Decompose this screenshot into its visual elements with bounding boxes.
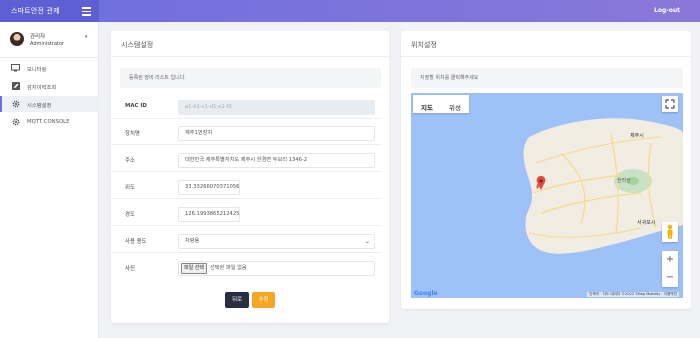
field-label: 위도 bbox=[125, 185, 135, 191]
chevron-down-icon: ⌄ bbox=[364, 238, 370, 245]
card-divider bbox=[401, 56, 691, 57]
tab-satellite[interactable]: 위성 bbox=[441, 99, 469, 117]
edit-button[interactable]: 수정 bbox=[252, 292, 275, 308]
sidebar-divider bbox=[0, 57, 99, 58]
brand-title: 스마트안전 관제 bbox=[11, 7, 60, 15]
top-navbar: 스마트안전 관제 Log-out bbox=[0, 0, 700, 22]
street-view-pegman-icon[interactable] bbox=[662, 222, 678, 242]
usage-select[interactable]: 차량용 ⌄ bbox=[178, 234, 375, 249]
tab-map[interactable]: 지도 bbox=[413, 99, 441, 117]
sidebar-item-label: MQTT CONSOLE bbox=[27, 119, 70, 125]
device-name-input[interactable]: 제주1번장치 bbox=[178, 126, 375, 141]
card-title: 위치설정 bbox=[411, 41, 437, 49]
field-label: MAC ID bbox=[125, 103, 147, 109]
user-role: Administrator bbox=[30, 41, 65, 47]
avatar bbox=[10, 32, 24, 46]
field-label: 사용 용도 bbox=[125, 239, 147, 245]
back-button[interactable]: 뒤로 bbox=[225, 292, 249, 308]
map-canvas bbox=[523, 118, 683, 254]
map-attribution: 단축키 · 지도 데이터 ©2022 TMap Mobility · 이용약관 bbox=[587, 292, 679, 297]
gear-icon bbox=[11, 118, 20, 126]
card-title: 시스템설정 bbox=[121, 41, 154, 49]
map-label-jeju-city: 제주시 bbox=[630, 133, 644, 139]
info-message: 지정할 위치를 클릭해주세요 bbox=[411, 68, 683, 88]
field-label: 장치명 bbox=[125, 131, 140, 137]
logout-link[interactable]: Log-out bbox=[654, 7, 680, 14]
brand-area: 스마트안전 관제 bbox=[0, 0, 99, 22]
sidebar: 관리자 Administrator ▾ 모니터링 감지이력조회 시스템설정 MQ… bbox=[0, 22, 99, 338]
latitude-input[interactable]: 33.332660703710560 bbox=[178, 180, 240, 195]
chevron-down-icon: ▾ bbox=[85, 34, 88, 40]
edit-icon bbox=[11, 82, 20, 90]
form-row-photo: 사진 파일 선택 선택된 파일 없음 bbox=[111, 256, 381, 280]
gear-icon bbox=[11, 100, 20, 108]
sidebar-item-label: 감지이력조회 bbox=[27, 85, 57, 91]
user-menu[interactable]: 관리자 Administrator ▾ bbox=[0, 26, 99, 54]
map-label-seogwipo: 서귀포시 bbox=[637, 220, 656, 226]
field-label: 사진 bbox=[125, 266, 135, 272]
form-row-usage: 사용 용도 차량용 ⌄ bbox=[111, 229, 381, 253]
form-row-latitude: 위도 33.332660703710560 bbox=[111, 175, 381, 199]
map-type-tabs: 지도 위성 bbox=[413, 95, 469, 113]
form-row-longitude: 경도 126.199386521242590 bbox=[111, 202, 381, 226]
address-input[interactable]: 대한민국 제주특별자치도 제주시 한경면 두모리 1346-2 bbox=[178, 153, 375, 168]
mac-id-field: a1-b1-c1-d1-e1-f2 bbox=[178, 100, 375, 115]
sidebar-item-system-settings[interactable]: 시스템설정 bbox=[0, 96, 99, 112]
field-label: 주소 bbox=[125, 158, 135, 164]
menu-toggle-icon[interactable] bbox=[82, 5, 91, 16]
zoom-out-button[interactable]: − bbox=[662, 269, 678, 287]
photo-file-input: 파일 선택 선택된 파일 없음 bbox=[178, 261, 375, 276]
form-row-mac-id: MAC ID a1-b1-c1-d1-e1-f2 bbox=[111, 95, 381, 119]
info-message: 등록된 장비 리스트 입니다. bbox=[120, 68, 381, 88]
user-name: 관리자 bbox=[30, 34, 46, 40]
form-row-address: 주소 대한민국 제주특별자치도 제주시 한경면 두모리 1346-2 bbox=[111, 148, 381, 172]
form-row-device-name: 장치명 제주1번장치 bbox=[111, 121, 381, 145]
monitor-icon bbox=[11, 64, 20, 72]
map-view[interactable]: 제주시 한라산 서귀포시 지도 위성 + − Google 단축키 · 지도 데이… bbox=[411, 93, 683, 298]
usage-select-value: 차량용 bbox=[185, 238, 200, 244]
card-divider bbox=[111, 56, 389, 57]
sidebar-item-monitoring[interactable]: 모니터링 bbox=[0, 60, 99, 76]
fullscreen-icon[interactable] bbox=[662, 96, 678, 112]
file-select-button[interactable]: 파일 선택 bbox=[181, 263, 207, 274]
sidebar-item-label: 시스템설정 bbox=[27, 103, 52, 109]
file-status: 선택된 파일 없음 bbox=[210, 265, 247, 271]
field-label: 경도 bbox=[125, 212, 135, 218]
map-label-hallasan: 한라산 bbox=[617, 178, 631, 184]
longitude-input[interactable]: 126.199386521242590 bbox=[178, 207, 240, 222]
zoom-controls: + − bbox=[662, 251, 678, 287]
sidebar-item-history[interactable]: 감지이력조회 bbox=[0, 78, 99, 94]
sidebar-item-mqtt-console[interactable]: MQTT CONSOLE bbox=[0, 114, 99, 130]
google-logo: Google bbox=[414, 290, 438, 297]
zoom-in-button[interactable]: + bbox=[662, 251, 678, 269]
sidebar-item-label: 모니터링 bbox=[27, 67, 47, 73]
